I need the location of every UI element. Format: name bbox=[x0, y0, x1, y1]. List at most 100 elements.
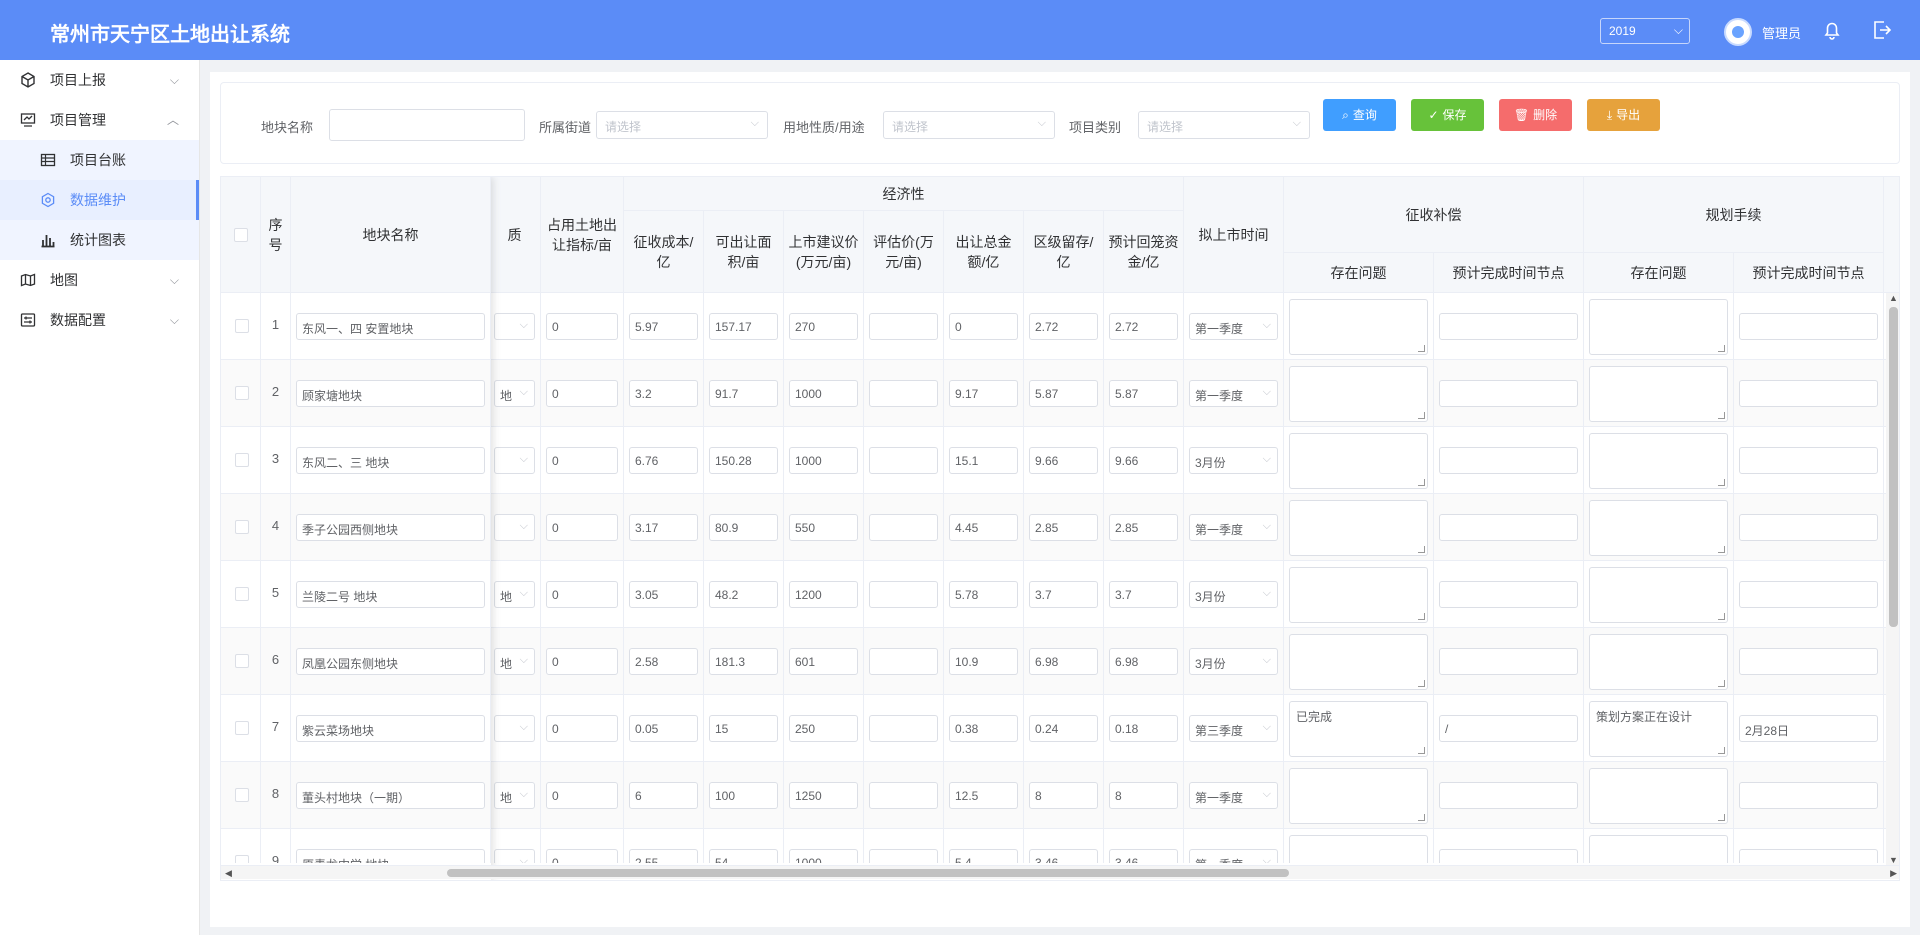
plan-deadline-input[interactable] bbox=[1739, 782, 1878, 809]
land-index-input[interactable]: 0 bbox=[546, 715, 618, 742]
plan-deadline-input[interactable] bbox=[1739, 514, 1878, 541]
area-input[interactable]: 100 bbox=[709, 782, 778, 809]
district-retain-input[interactable]: 3.7 bbox=[1029, 581, 1098, 608]
comp-deadline-input[interactable] bbox=[1439, 514, 1578, 541]
save-button[interactable]: ✓ 保存 bbox=[1411, 99, 1484, 131]
cost-input[interactable]: 3.05 bbox=[629, 581, 698, 608]
comp-deadline-input[interactable]: / bbox=[1439, 715, 1578, 742]
comp-deadline-input[interactable] bbox=[1439, 380, 1578, 407]
sidebar-item-project-ledger[interactable]: 项目台账 bbox=[0, 140, 199, 180]
nature-select[interactable]: 地 ⌵ bbox=[494, 782, 535, 809]
plan-issue-textarea[interactable] bbox=[1589, 299, 1728, 355]
recovery-input[interactable]: 0.18 bbox=[1109, 715, 1178, 742]
plan-deadline-input[interactable] bbox=[1739, 849, 1878, 863]
comp-deadline-input[interactable] bbox=[1439, 447, 1578, 474]
comp-issue-textarea[interactable] bbox=[1289, 567, 1428, 623]
plan-issue-textarea[interactable] bbox=[1589, 500, 1728, 556]
eval-price-input[interactable] bbox=[869, 782, 938, 809]
comp-deadline-input[interactable] bbox=[1439, 782, 1578, 809]
avatar[interactable] bbox=[1724, 18, 1752, 46]
sidebar-item-map[interactable]: 地图 ⌵ bbox=[0, 260, 199, 300]
plan-deadline-input[interactable] bbox=[1739, 648, 1878, 675]
scroll-right-icon[interactable]: ▶ bbox=[1890, 866, 1897, 880]
comp-issue-textarea[interactable] bbox=[1289, 500, 1428, 556]
plan-issue-textarea[interactable] bbox=[1589, 634, 1728, 690]
logout-icon[interactable] bbox=[1870, 18, 1894, 42]
listing-time-select[interactable]: 第一季度 ⌵ bbox=[1189, 849, 1278, 863]
total-input[interactable]: 12.5 bbox=[949, 782, 1018, 809]
area-input[interactable]: 157.17 bbox=[709, 313, 778, 340]
total-input[interactable]: 0 bbox=[949, 313, 1018, 340]
comp-issue-textarea[interactable]: 已完成 bbox=[1289, 701, 1428, 757]
scroll-down-icon[interactable]: ▼ bbox=[1889, 855, 1898, 865]
eval-price-input[interactable] bbox=[869, 447, 938, 474]
eval-price-input[interactable] bbox=[869, 380, 938, 407]
parcel-name-input[interactable]: 东风二、三 地块 bbox=[296, 447, 485, 474]
eval-price-input[interactable] bbox=[869, 715, 938, 742]
nature-select[interactable]: ⌵ bbox=[494, 849, 535, 863]
plan-issue-textarea[interactable] bbox=[1589, 433, 1728, 489]
land-index-input[interactable]: 0 bbox=[546, 313, 618, 340]
parcel-name-input[interactable]: 兰陵二号 地块 bbox=[296, 581, 485, 608]
listing-price-input[interactable]: 1250 bbox=[789, 782, 858, 809]
listing-price-input[interactable]: 1200 bbox=[789, 581, 858, 608]
recovery-input[interactable]: 2.85 bbox=[1109, 514, 1178, 541]
total-input[interactable]: 4.45 bbox=[949, 514, 1018, 541]
sidebar-item-data-maintenance[interactable]: 数据维护 bbox=[0, 180, 199, 220]
recovery-input[interactable]: 8 bbox=[1109, 782, 1178, 809]
delete-button[interactable]: 🗑 删除 bbox=[1499, 99, 1572, 131]
listing-time-select[interactable]: 3月份 ⌵ bbox=[1189, 447, 1278, 474]
listing-time-select[interactable]: 第一季度 ⌵ bbox=[1189, 313, 1278, 340]
district-retain-input[interactable]: 2.85 bbox=[1029, 514, 1098, 541]
cost-input[interactable]: 0.05 bbox=[629, 715, 698, 742]
parcel-name-input[interactable]: 顾家塘地块 bbox=[296, 380, 485, 407]
row-checkbox[interactable] bbox=[235, 788, 249, 802]
plan-issue-textarea[interactable] bbox=[1589, 835, 1728, 863]
parcel-name-input[interactable]: 东风一、四 安置地块 bbox=[296, 313, 485, 340]
total-input[interactable]: 9.17 bbox=[949, 380, 1018, 407]
eval-price-input[interactable] bbox=[869, 514, 938, 541]
plan-issue-textarea[interactable] bbox=[1589, 768, 1728, 824]
land-index-input[interactable]: 0 bbox=[546, 782, 618, 809]
listing-time-select[interactable]: 第三季度 ⌵ bbox=[1189, 715, 1278, 742]
plan-deadline-input[interactable]: 2月28日 bbox=[1739, 715, 1878, 742]
bell-icon[interactable] bbox=[1820, 18, 1844, 42]
parcel-name-input[interactable]: 紫云菜场地块 bbox=[296, 715, 485, 742]
recovery-input[interactable]: 2.72 bbox=[1109, 313, 1178, 340]
district-retain-input[interactable]: 9.66 bbox=[1029, 447, 1098, 474]
vertical-scroll-thumb[interactable] bbox=[1889, 307, 1898, 627]
parcel-name-input[interactable] bbox=[329, 109, 525, 141]
recovery-input[interactable]: 9.66 bbox=[1109, 447, 1178, 474]
year-select[interactable]: 2019 ⌵ bbox=[1600, 18, 1690, 44]
listing-price-input[interactable]: 270 bbox=[789, 313, 858, 340]
plan-deadline-input[interactable] bbox=[1739, 447, 1878, 474]
comp-issue-textarea[interactable] bbox=[1289, 768, 1428, 824]
scroll-left-icon[interactable]: ◀ bbox=[225, 866, 232, 880]
district-retain-input[interactable]: 2.72 bbox=[1029, 313, 1098, 340]
eval-price-input[interactable] bbox=[869, 581, 938, 608]
cost-input[interactable]: 6.76 bbox=[629, 447, 698, 474]
street-select[interactable]: 请选择 ⌵ bbox=[596, 111, 768, 139]
row-checkbox[interactable] bbox=[235, 319, 249, 333]
scroll-up-icon[interactable]: ▲ bbox=[1889, 293, 1898, 303]
nature-select[interactable]: 地 ⌵ bbox=[494, 581, 535, 608]
comp-deadline-input[interactable] bbox=[1439, 849, 1578, 863]
horizontal-scrollbar[interactable]: ◀ ▶ bbox=[221, 865, 1899, 880]
listing-price-input[interactable]: 601 bbox=[789, 648, 858, 675]
area-input[interactable]: 15 bbox=[709, 715, 778, 742]
listing-price-input[interactable]: 1000 bbox=[789, 380, 858, 407]
area-input[interactable]: 150.28 bbox=[709, 447, 778, 474]
area-input[interactable]: 91.7 bbox=[709, 380, 778, 407]
cost-input[interactable]: 6 bbox=[629, 782, 698, 809]
row-checkbox[interactable] bbox=[235, 654, 249, 668]
parcel-name-input[interactable]: 季子公园西侧地块 bbox=[296, 514, 485, 541]
eval-price-input[interactable] bbox=[869, 648, 938, 675]
nature-select[interactable]: ⌵ bbox=[494, 514, 535, 541]
area-input[interactable]: 54 bbox=[709, 849, 778, 863]
cost-input[interactable]: 3.17 bbox=[629, 514, 698, 541]
sidebar-item-project-management[interactable]: 项目管理 ︿ bbox=[0, 100, 199, 140]
horizontal-scroll-thumb[interactable] bbox=[447, 869, 1289, 877]
row-checkbox[interactable] bbox=[235, 520, 249, 534]
comp-issue-textarea[interactable] bbox=[1289, 634, 1428, 690]
total-input[interactable]: 10.9 bbox=[949, 648, 1018, 675]
